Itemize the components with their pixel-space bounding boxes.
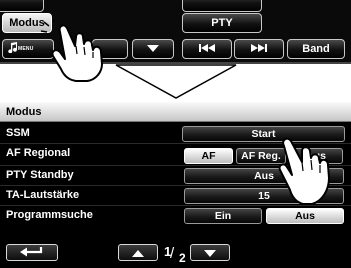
row-label: Programmsuche <box>6 209 93 221</box>
row-label: AF Regional <box>6 147 71 159</box>
pty-button[interactable]: PTY <box>182 13 262 33</box>
skip-back-button[interactable] <box>182 39 232 59</box>
skip-back-icon <box>199 43 215 55</box>
down-button[interactable] <box>132 39 174 59</box>
top-right-edge-button[interactable] <box>182 0 262 12</box>
page-up-button[interactable] <box>118 244 158 261</box>
programmsuche-ein-button[interactable]: Ein <box>184 208 262 224</box>
band-label: Band <box>302 43 330 55</box>
back-arrow-icon <box>19 244 45 262</box>
up-arrow-icon <box>132 244 144 262</box>
row-label: TA-Lautstärke <box>6 189 80 201</box>
transition-arrow-icon <box>115 64 237 105</box>
menu-title: Modus <box>0 102 351 122</box>
page-navigation: 1 / 2 <box>0 242 351 268</box>
button-label: Aus <box>254 170 274 182</box>
music-note-icon <box>8 42 18 56</box>
top-left-edge-button[interactable] <box>0 0 44 12</box>
button-label: AF Reg. <box>241 150 281 162</box>
page-separator: / <box>170 245 175 262</box>
menu-label: MENU <box>18 46 34 52</box>
back-button[interactable] <box>6 244 58 261</box>
button-label: Start <box>251 128 276 140</box>
button-label: Ein <box>214 210 232 222</box>
row-label: SSM <box>6 127 30 139</box>
band-button[interactable]: Band <box>287 39 345 59</box>
down-arrow-icon <box>204 244 216 262</box>
row-label: PTY Standby <box>6 169 74 181</box>
button-label: AF <box>201 150 216 162</box>
skip-forward-icon <box>251 43 267 55</box>
pty-label: PTY <box>211 17 233 29</box>
down-arrow-icon <box>147 43 159 55</box>
button-label: 15 <box>258 190 270 202</box>
page-down-button[interactable] <box>190 244 230 261</box>
pointing-hand-icon <box>278 132 342 221</box>
total-pages: 2 <box>179 251 186 265</box>
skip-forward-button[interactable] <box>234 39 284 59</box>
pointing-hand-icon <box>40 15 120 89</box>
af-button[interactable]: AF <box>184 148 233 164</box>
